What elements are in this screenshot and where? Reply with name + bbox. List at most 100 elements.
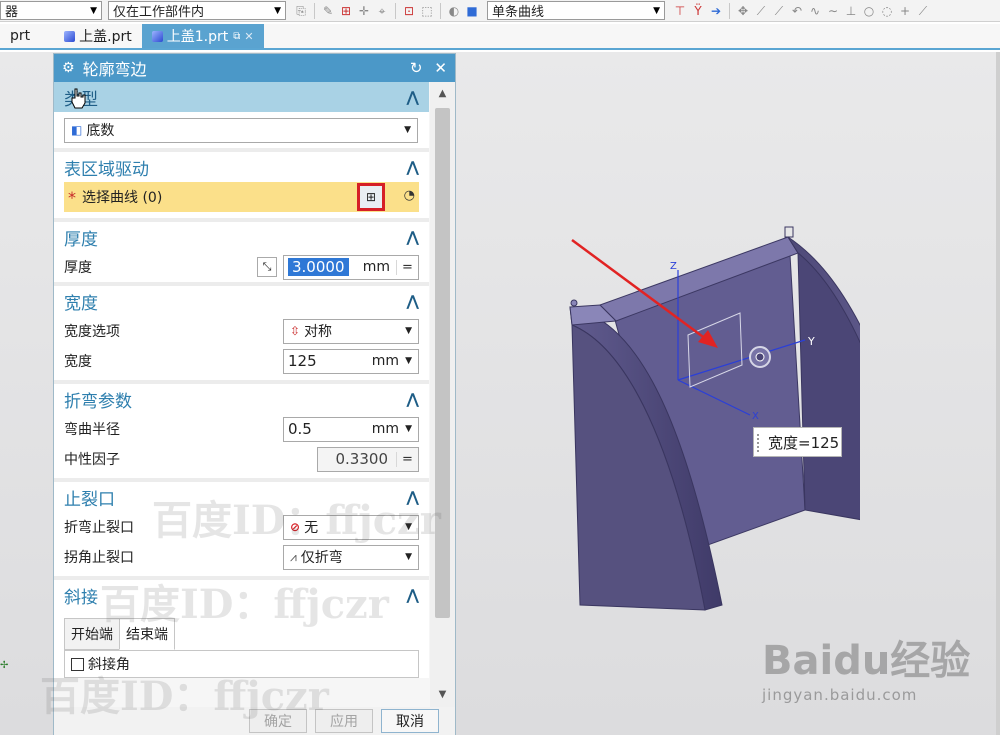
snap-icon[interactable]: ✎	[321, 4, 335, 18]
apply-button[interactable]: 应用	[315, 709, 373, 733]
section-bend: 折弯参数 ⋀ 弯曲半径 0.5 mm ▼ 中性因子 0.3300 =	[54, 384, 429, 482]
section-width-header[interactable]: 宽度 ⋀	[54, 286, 429, 316]
toolbar-separator	[729, 2, 730, 19]
collapse-icon[interactable]: ⋀	[406, 586, 419, 604]
view-icon[interactable]: ◐	[447, 4, 461, 18]
thickness-label: 厚度	[64, 260, 92, 276]
part-icon	[151, 30, 163, 42]
type-select[interactable]: ◧ 底数 ▼	[64, 117, 418, 143]
close-icon[interactable]: ✕	[434, 59, 447, 77]
chevron-down-icon: ▼	[90, 5, 97, 16]
box-select-icon[interactable]: ⬚	[420, 4, 434, 18]
tab-end-end[interactable]: 结束端	[119, 618, 175, 650]
drag-grip[interactable]	[757, 434, 761, 452]
line2-icon[interactable]: ⟋	[772, 4, 786, 18]
quadrant-icon[interactable]: ⌖	[375, 4, 389, 18]
chevron-down-icon: ▼	[274, 5, 281, 16]
section-miter-header[interactable]: 斜接 ⋀	[54, 580, 429, 610]
ok-button[interactable]: 确定	[249, 709, 307, 733]
type-filter-combo[interactable]: 器 ▼	[0, 1, 102, 20]
tangent-icon[interactable]: ⊤	[673, 4, 687, 18]
dialog-title: 轮廓弯边	[82, 60, 147, 79]
selection-scope-combo[interactable]: 仅在工作部件内 ▼	[108, 1, 286, 20]
tool-icon[interactable]: ⟋	[916, 4, 930, 18]
dialog-title-bar[interactable]: ⚙ 轮廓弯边 ↻ ✕	[54, 54, 455, 82]
miter-corner-checkbox[interactable]	[71, 657, 84, 671]
tab-shanggai1[interactable]: 上盖1.prt ⧉ ✕	[141, 24, 264, 48]
close-icon[interactable]: ✕	[244, 30, 253, 43]
chevron-down-icon: ▼	[404, 125, 411, 135]
section-relief-header[interactable]: 止裂口 ⋀	[54, 482, 429, 512]
reset-icon[interactable]: ↻	[410, 59, 423, 77]
toolbar-separator	[314, 2, 315, 19]
next-icon[interactable]: ➔	[709, 4, 723, 18]
circle2-icon[interactable]: ◌	[880, 4, 894, 18]
chevron-down-icon[interactable]: ▼	[405, 424, 418, 434]
bend-radius-field[interactable]: 0.5 mm ▼	[283, 416, 419, 442]
snap-point-icon[interactable]: ⊞	[339, 4, 353, 18]
line-icon[interactable]: ⟋	[754, 4, 768, 18]
k-factor-row: 中性因子 0.3300 =	[54, 444, 429, 474]
spline-icon[interactable]: ∿	[808, 4, 822, 18]
section-type-header[interactable]: 类型 ⋀	[54, 82, 429, 112]
gear-icon[interactable]: ⚙	[62, 60, 75, 76]
collapse-icon[interactable]: ⋀	[406, 488, 419, 506]
viewport-border	[996, 52, 1000, 735]
baidu-logo: Baidu经验 jingyan.baidu.com	[762, 628, 992, 718]
select-curve-row[interactable]: * 选择曲线 (0) ⊞ ◔	[64, 182, 419, 212]
stop-icon[interactable]: Ÿ	[691, 4, 705, 18]
plus-icon[interactable]: +	[898, 4, 912, 18]
right-wall-face	[797, 251, 860, 521]
equals-icon[interactable]: =	[396, 259, 418, 275]
sketch-section-button[interactable]: ⊞	[357, 183, 385, 211]
bend-only-icon: ⩘	[290, 549, 297, 564]
point-icon[interactable]: ✥	[736, 4, 750, 18]
thickness-field[interactable]: 3.0000 mm =	[283, 254, 419, 280]
width-dimension-label[interactable]: 宽度=125	[753, 427, 842, 457]
collapse-icon[interactable]: ⋀	[406, 292, 419, 310]
curve-icon[interactable]: ◔	[404, 188, 415, 203]
collapse-icon[interactable]: ⋀	[406, 228, 419, 246]
tab-prt[interactable]: prt	[0, 24, 40, 48]
section-bend-header[interactable]: 折弯参数 ⋀	[54, 384, 429, 414]
k-factor-field[interactable]: 0.3300 =	[317, 446, 419, 472]
miter-corner-row: 斜接角	[64, 650, 419, 678]
k-factor-value: 0.3300	[335, 450, 389, 468]
chevron-down-icon[interactable]: ▼	[405, 356, 418, 366]
collapse-icon[interactable]: ⋀	[406, 158, 419, 176]
intersection-icon[interactable]: ✛	[357, 4, 371, 18]
baidu-logo-text: Baidu经验	[762, 638, 971, 684]
scroll-down-icon[interactable]: ▼	[430, 687, 455, 703]
collapse-icon[interactable]: ⋀	[406, 88, 419, 106]
equals-icon[interactable]: =	[396, 451, 418, 467]
select-mode-icon[interactable]: ⊡	[402, 4, 416, 18]
circle-icon[interactable]: ○	[862, 4, 876, 18]
dialog-scrollbar[interactable]: ▲ ▼	[430, 82, 455, 707]
width-option-row: 宽度选项 ⇳ 对称 ▼	[54, 316, 429, 346]
curve-rule-combo[interactable]: 单条曲线 ▼	[487, 1, 665, 20]
section-title: 止裂口	[64, 489, 115, 510]
arc-icon[interactable]: ↶	[790, 4, 804, 18]
pin-icon[interactable]: ⧉	[233, 31, 240, 42]
section-thickness-header[interactable]: 厚度 ⋀	[54, 222, 429, 252]
filter-icon[interactable]: ⎘	[294, 4, 308, 18]
collapse-icon[interactable]: ⋀	[406, 390, 419, 408]
section-surface-header[interactable]: 表区域驱动 ⋀	[54, 152, 429, 182]
bend-radius-label: 弯曲半径	[64, 422, 120, 438]
shaded-cube-icon[interactable]: ■	[465, 4, 479, 18]
cancel-button[interactable]: 取消	[381, 709, 439, 733]
tab-shanggai[interactable]: 上盖.prt	[54, 24, 142, 48]
curve-icon[interactable]: ∼	[826, 4, 840, 18]
scroll-up-icon[interactable]: ▲	[430, 86, 455, 102]
width-dimension-text: 宽度=125	[768, 433, 840, 452]
scroll-thumb[interactable]	[435, 108, 450, 618]
reverse-direction-icon[interactable]: ⤡	[257, 257, 277, 277]
width-option-select[interactable]: ⇳ 对称 ▼	[283, 318, 419, 344]
y-axis-label: Y	[807, 335, 815, 348]
corner-relief-select[interactable]: ⩘ 仅折弯 ▼	[283, 544, 419, 570]
perpendicular-icon[interactable]: ⊥	[844, 4, 858, 18]
tab-start-end[interactable]: 开始端	[64, 618, 120, 650]
width-field[interactable]: 125 mm ▼	[283, 348, 419, 374]
section-title: 折弯参数	[64, 391, 132, 412]
bend-relief-select[interactable]: ⊘ 无 ▼	[283, 514, 419, 540]
